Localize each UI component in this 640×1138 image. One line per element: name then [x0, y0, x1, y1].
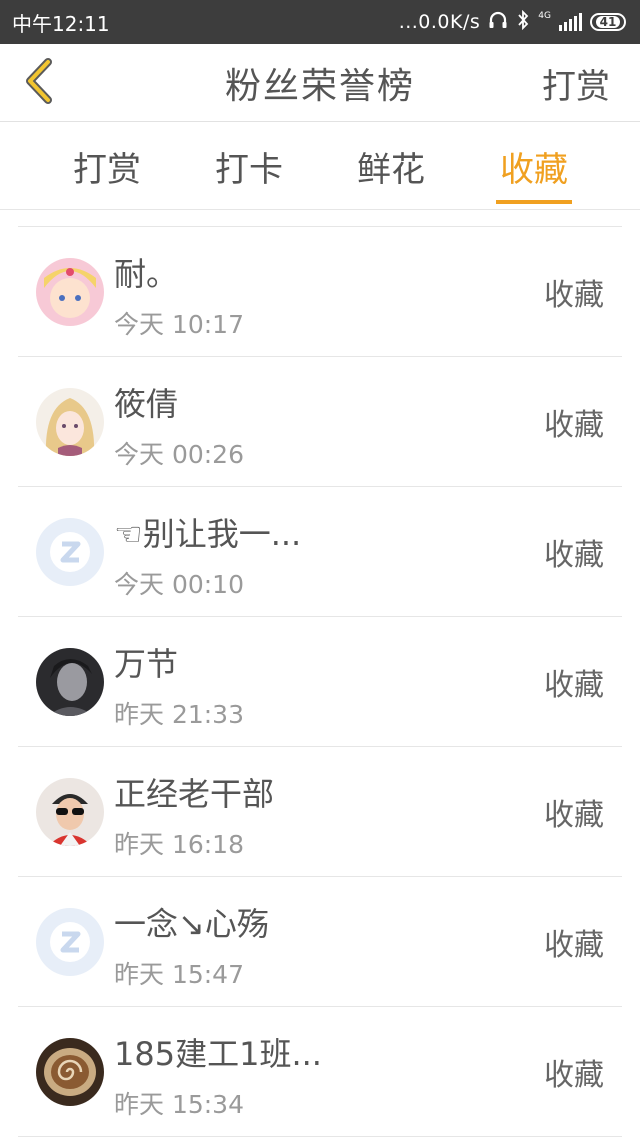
favorite-label: 收藏 — [544, 928, 604, 963]
tab-label: 收藏 — [500, 149, 568, 190]
list-item[interactable]: ☜别让我一... 今天 00:10 收藏 — [18, 487, 622, 617]
tab-bar: 打赏 打卡 鲜花 收藏 — [0, 122, 640, 210]
tab-flowers[interactable]: 鲜花 — [321, 122, 461, 210]
battery-icon: 41 — [590, 13, 626, 31]
fan-name: 万节 — [114, 645, 179, 683]
active-tab-indicator — [496, 200, 572, 204]
network-speed: ...0.0K/s — [398, 11, 481, 33]
fan-name: 筱倩 — [114, 385, 179, 423]
fan-time: 昨天 15:34 — [114, 1090, 244, 1119]
status-time: 中午12:11 — [12, 11, 110, 36]
list-item[interactable]: 185建工1班... 昨天 15:34 收藏 — [18, 1007, 622, 1137]
back-button[interactable] — [14, 56, 64, 110]
favorite-label: 收藏 — [544, 408, 604, 443]
fan-name: 185建工1班... — [114, 1035, 322, 1073]
title-bar: 粉丝荣誉榜 打赏 — [0, 44, 640, 122]
avatar — [36, 388, 104, 456]
list-item[interactable]: 耐。 今天 10:17 收藏 — [18, 227, 622, 357]
fan-name: 一念↘心殇 — [114, 905, 269, 943]
fan-time: 今天 00:26 — [114, 440, 244, 469]
tab-label: 打卡 — [215, 149, 283, 190]
list-item[interactable]: 万节 昨天 21:33 收藏 — [18, 617, 622, 747]
fan-time: 昨天 21:33 — [114, 700, 244, 729]
fan-name: ☜别让我一... — [114, 515, 302, 553]
headphones-icon — [488, 11, 508, 33]
tab-label: 鲜花 — [357, 149, 425, 190]
fan-time: 昨天 16:18 — [114, 830, 244, 859]
fan-name: 耐。 — [114, 255, 179, 293]
favorite-label: 收藏 — [544, 278, 604, 313]
avatar — [36, 648, 104, 716]
favorite-label: 收藏 — [544, 668, 604, 703]
avatar — [36, 1038, 104, 1106]
list-item[interactable]: 一念↘心殇 昨天 15:47 收藏 — [18, 877, 622, 1007]
chevron-left-icon — [22, 58, 56, 108]
status-bar: 中午12:11 ...0.0K/s 4G 41 — [0, 0, 640, 44]
tab-label: 打赏 — [73, 149, 141, 190]
tab-favorites[interactable]: 收藏 — [464, 122, 604, 210]
network-type: 4G — [538, 11, 551, 21]
fan-time: 昨天 15:47 — [114, 960, 244, 989]
reward-button[interactable]: 打赏 — [542, 44, 610, 122]
fan-time: 今天 00:10 — [114, 570, 244, 599]
fan-time: 今天 10:17 — [114, 310, 244, 339]
avatar — [36, 908, 104, 976]
favorite-label: 收藏 — [544, 798, 604, 833]
fan-name: 正经老干部 — [114, 775, 275, 813]
status-icons: ...0.0K/s 4G 41 — [398, 9, 626, 34]
tab-reward[interactable]: 打赏 — [37, 122, 177, 210]
battery-level: 41 — [595, 16, 621, 28]
list-item[interactable]: 正经老干部 昨天 16:18 收藏 — [18, 747, 622, 877]
fan-list: 耐。 今天 10:17 收藏 筱倩 今天 00:26 收藏 ☜别让我一... 今… — [18, 226, 622, 1137]
avatar — [36, 778, 104, 846]
signal-icon — [559, 13, 582, 31]
list-item[interactable]: 筱倩 今天 00:26 收藏 — [18, 357, 622, 487]
bluetooth-icon — [516, 9, 530, 34]
tab-checkin[interactable]: 打卡 — [179, 122, 319, 210]
favorite-label: 收藏 — [544, 1058, 604, 1093]
avatar — [36, 258, 104, 326]
favorite-label: 收藏 — [544, 538, 604, 573]
avatar — [36, 518, 104, 586]
